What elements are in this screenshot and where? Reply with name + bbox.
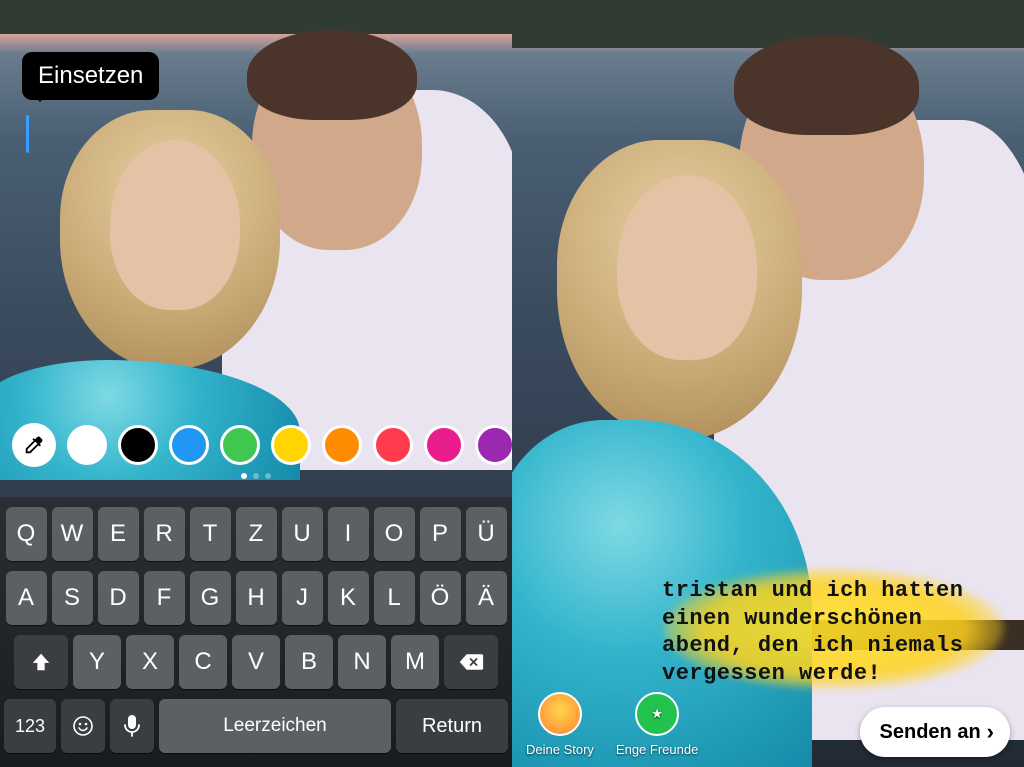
key-x[interactable]: X bbox=[126, 635, 174, 689]
key-o[interactable]: O bbox=[374, 507, 415, 561]
key-emoji[interactable] bbox=[61, 699, 105, 753]
key-e[interactable]: E bbox=[98, 507, 139, 561]
shift-icon bbox=[30, 651, 52, 673]
send-to-button[interactable]: Senden an › bbox=[860, 707, 1010, 757]
key-r[interactable]: R bbox=[144, 507, 185, 561]
mic-icon bbox=[123, 714, 141, 738]
key-shift[interactable] bbox=[14, 635, 68, 689]
key-ae[interactable]: Ä bbox=[466, 571, 507, 625]
eyedropper-icon bbox=[23, 434, 45, 456]
key-numbers[interactable]: 123 bbox=[4, 699, 56, 753]
eyedropper-button[interactable] bbox=[12, 423, 56, 467]
story-editor-text-mode: Einsetzen Q W E R T Z U I O P Ü bbox=[0, 0, 512, 767]
story-share-preview: tristan und ich hatten einen wunderschön… bbox=[512, 0, 1024, 767]
share-your-story-label: Deine Story bbox=[526, 742, 594, 757]
color-swatch-black[interactable] bbox=[118, 425, 158, 465]
key-t[interactable]: T bbox=[190, 507, 231, 561]
key-m[interactable]: M bbox=[391, 635, 439, 689]
color-swatch-green[interactable] bbox=[220, 425, 260, 465]
key-l[interactable]: L bbox=[374, 571, 415, 625]
key-h[interactable]: H bbox=[236, 571, 277, 625]
backspace-icon bbox=[458, 652, 484, 672]
color-swatch-orange[interactable] bbox=[322, 425, 362, 465]
key-f[interactable]: F bbox=[144, 571, 185, 625]
send-to-label: Senden an bbox=[880, 721, 981, 744]
color-swatch-white[interactable] bbox=[67, 425, 107, 465]
share-bar: Deine Story ★ Enge Freunde Senden an › bbox=[512, 692, 1024, 757]
color-swatch-pink[interactable] bbox=[424, 425, 464, 465]
key-oe[interactable]: Ö bbox=[420, 571, 461, 625]
key-u[interactable]: U bbox=[282, 507, 323, 561]
person-man-hair bbox=[247, 30, 417, 120]
key-space[interactable]: Leerzeichen bbox=[159, 699, 391, 753]
text-color-palette bbox=[0, 423, 512, 467]
star-icon: ★ bbox=[651, 706, 663, 722]
key-d[interactable]: D bbox=[98, 571, 139, 625]
person-woman-head bbox=[617, 175, 757, 360]
text-cursor[interactable] bbox=[26, 115, 29, 153]
paste-tooltip[interactable]: Einsetzen bbox=[22, 52, 159, 100]
key-z[interactable]: Z bbox=[236, 507, 277, 561]
close-friends-icon-badge: ★ bbox=[635, 692, 679, 736]
key-k[interactable]: K bbox=[328, 571, 369, 625]
key-v[interactable]: V bbox=[232, 635, 280, 689]
key-p[interactable]: P bbox=[420, 507, 461, 561]
person-man-hair bbox=[734, 35, 919, 135]
key-y[interactable]: Y bbox=[73, 635, 121, 689]
key-q[interactable]: Q bbox=[6, 507, 47, 561]
share-close-friends[interactable]: ★ Enge Freunde bbox=[616, 692, 698, 757]
chevron-right-icon: › bbox=[987, 719, 994, 745]
person-woman-head bbox=[110, 140, 240, 310]
key-s[interactable]: S bbox=[52, 571, 93, 625]
key-return[interactable]: Return bbox=[396, 699, 508, 753]
key-b[interactable]: B bbox=[285, 635, 333, 689]
avatar-your-story bbox=[538, 692, 582, 736]
key-c[interactable]: C bbox=[179, 635, 227, 689]
key-ue[interactable]: Ü bbox=[466, 507, 507, 561]
key-i[interactable]: I bbox=[328, 507, 369, 561]
emoji-icon bbox=[71, 714, 95, 738]
story-caption-text[interactable]: tristan und ich hatten einen wunderschön… bbox=[662, 577, 1002, 687]
ios-keyboard: Q W E R T Z U I O P Ü A S D F G H J K L … bbox=[0, 497, 512, 767]
key-a[interactable]: A bbox=[6, 571, 47, 625]
share-close-friends-label: Enge Freunde bbox=[616, 742, 698, 757]
treeline-decor bbox=[0, 0, 512, 34]
color-swatch-purple[interactable] bbox=[475, 425, 512, 465]
key-g[interactable]: G bbox=[190, 571, 231, 625]
palette-pager bbox=[0, 473, 512, 479]
key-backspace[interactable] bbox=[444, 635, 498, 689]
color-swatch-yellow[interactable] bbox=[271, 425, 311, 465]
share-your-story[interactable]: Deine Story bbox=[526, 692, 594, 757]
treeline-decor bbox=[512, 0, 1024, 48]
key-w[interactable]: W bbox=[52, 507, 93, 561]
color-swatch-blue[interactable] bbox=[169, 425, 209, 465]
key-n[interactable]: N bbox=[338, 635, 386, 689]
key-j[interactable]: J bbox=[282, 571, 323, 625]
color-swatch-red[interactable] bbox=[373, 425, 413, 465]
key-dictation[interactable] bbox=[110, 699, 154, 753]
